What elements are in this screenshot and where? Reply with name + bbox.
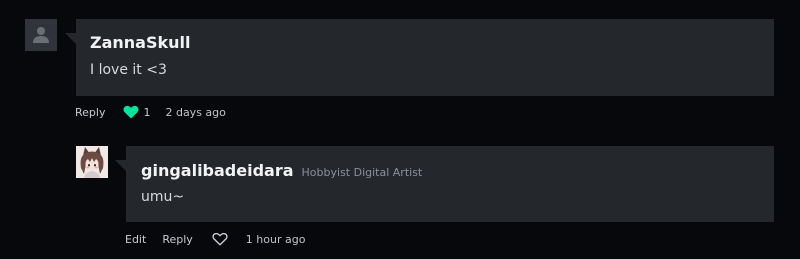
avatar[interactable] (76, 146, 108, 178)
reply-button[interactable]: Reply (162, 233, 192, 246)
edit-button[interactable]: Edit (125, 233, 146, 246)
comment-author: gingalibadeidara Hobbyist Digital Artist (141, 161, 422, 180)
avatar[interactable] (25, 19, 57, 51)
username[interactable]: ZannaSkull (90, 33, 191, 52)
comment-text: umu~ (141, 189, 185, 205)
like-button[interactable] (212, 232, 228, 246)
comment-text: I love it <3 (90, 62, 167, 78)
user-title: Hobbyist Digital Artist (301, 166, 423, 179)
reply-button[interactable]: Reply (75, 106, 105, 119)
username[interactable]: gingalibadeidara (141, 161, 294, 180)
heart-filled-icon (123, 105, 139, 119)
default-user-icon (33, 27, 49, 43)
anime-character-avatar-icon (76, 146, 108, 178)
like-count: 1 (143, 105, 151, 119)
like-button[interactable]: 1 (123, 105, 150, 119)
comment-bubble: gingalibadeidara Hobbyist Digital Artist… (115, 146, 774, 222)
comment-bubble: ZannaSkull I love it <3 (65, 19, 774, 96)
heart-outline-icon (212, 232, 228, 246)
comment-author: ZannaSkull (90, 33, 191, 52)
comment-actions: Edit Reply 1 hour ago (125, 231, 305, 247)
timestamp[interactable]: 1 hour ago (246, 233, 306, 246)
timestamp[interactable]: 2 days ago (165, 106, 225, 119)
comment-actions: Reply 1 2 days ago (75, 104, 226, 120)
